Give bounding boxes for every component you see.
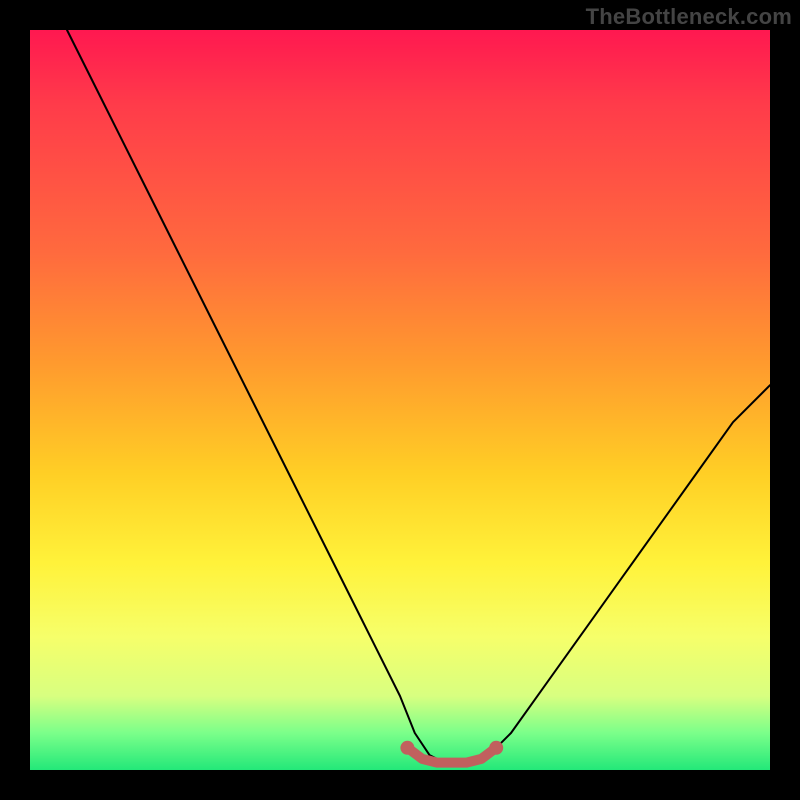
- bottleneck-curve: [67, 30, 770, 763]
- outer-frame: TheBottleneck.com: [0, 0, 800, 800]
- marker-connector: [407, 748, 496, 763]
- plot-area: [30, 30, 770, 770]
- marker-dot: [489, 741, 503, 755]
- marker-dot: [400, 741, 414, 755]
- watermark-text: TheBottleneck.com: [586, 4, 792, 30]
- chart-svg: [30, 30, 770, 770]
- optimal-range-markers: [400, 741, 503, 763]
